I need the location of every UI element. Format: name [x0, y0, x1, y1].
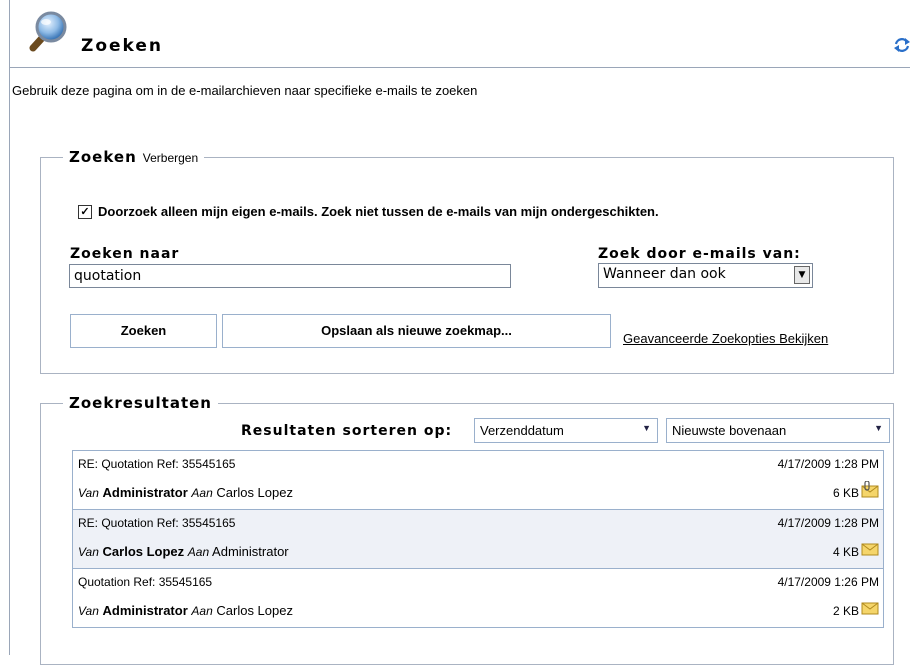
- header-divider: [9, 67, 910, 68]
- result-participants: Van Carlos Lopez Aan Administrator: [78, 544, 289, 559]
- result-row[interactable]: Quotation Ref: 35545165 4/17/2009 1:26 P…: [73, 569, 883, 628]
- page-description: Gebruik deze pagina om in de e-mailarchi…: [12, 83, 478, 98]
- result-subject: RE: Quotation Ref: 35545165: [78, 516, 236, 530]
- search-panel: Zoeken Verbergen ✓ Doorzoek alleen mijn …: [40, 148, 894, 374]
- search-period-select[interactable]: Wanneer dan ook ▼: [598, 263, 813, 288]
- chevron-down-icon: ▼: [642, 423, 651, 433]
- result-from: Administrator: [102, 603, 188, 618]
- sort-field-select[interactable]: Verzenddatum ▼: [474, 418, 658, 443]
- sort-order-value: Nieuwste bovenaan: [672, 423, 787, 438]
- results-list: RE: Quotation Ref: 35545165 4/17/2009 1:…: [72, 450, 884, 628]
- search-button[interactable]: Zoeken: [70, 314, 217, 348]
- result-date: 4/17/2009 1:28 PM: [777, 516, 879, 530]
- to-prefix: Aan: [187, 545, 210, 559]
- to-prefix: Aan: [191, 486, 213, 500]
- magnifier-icon: [29, 11, 67, 52]
- result-from: Administrator: [102, 485, 188, 500]
- envelope-icon: [861, 543, 879, 556]
- from-prefix: Van: [78, 486, 99, 500]
- left-border: [9, 0, 10, 655]
- chevron-down-icon: ▼: [794, 266, 810, 284]
- search-panel-legend: Zoeken Verbergen: [63, 148, 205, 166]
- result-from: Carlos Lopez: [102, 544, 185, 559]
- result-subject: RE: Quotation Ref: 35545165: [78, 457, 236, 471]
- search-panel-title: Zoeken: [69, 148, 137, 166]
- attachment-envelope-icon: [861, 481, 879, 498]
- search-period-label: Zoek door e-mails van:: [598, 246, 801, 262]
- results-panel-legend: Zoekresultaten: [63, 394, 218, 412]
- sort-field-value: Verzenddatum: [480, 423, 564, 438]
- result-date: 4/17/2009 1:26 PM: [777, 575, 879, 589]
- results-panel-title: Zoekresultaten: [69, 394, 212, 412]
- own-mails-label: Doorzoek alleen mijn eigen e-mails. Zoek…: [98, 204, 659, 219]
- result-to: Carlos Lopez: [216, 485, 293, 500]
- sort-order-select[interactable]: Nieuwste bovenaan ▼: [666, 418, 890, 443]
- sort-label: Resultaten sorteren op:: [241, 423, 453, 439]
- search-for-label: Zoeken naar: [70, 246, 180, 262]
- result-participants: Van Administrator Aan Carlos Lopez: [78, 485, 293, 500]
- results-panel: Zoekresultaten Resultaten sorteren op: V…: [40, 394, 894, 665]
- result-size: 2 KB: [832, 604, 859, 618]
- from-prefix: Van: [78, 604, 99, 618]
- result-row[interactable]: RE: Quotation Ref: 35545165 4/17/2009 1:…: [73, 510, 883, 569]
- result-date: 4/17/2009 1:28 PM: [777, 457, 879, 471]
- hide-link[interactable]: Verbergen: [143, 151, 198, 165]
- page-header: Zoeken: [9, 0, 910, 68]
- to-prefix: Aan: [191, 604, 213, 618]
- search-period-value: Wanneer dan ook: [603, 266, 726, 282]
- chevron-down-icon: ▼: [874, 423, 883, 433]
- result-to: Carlos Lopez: [216, 603, 293, 618]
- refresh-icon[interactable]: [893, 36, 910, 54]
- search-input[interactable]: quotation: [69, 264, 511, 288]
- result-to: Administrator: [212, 544, 289, 559]
- result-subject: Quotation Ref: 35545165: [78, 575, 213, 589]
- page-title: Zoeken: [81, 36, 164, 56]
- result-row[interactable]: RE: Quotation Ref: 35545165 4/17/2009 1:…: [73, 451, 883, 510]
- own-mails-option: ✓ Doorzoek alleen mijn eigen e-mails. Zo…: [78, 204, 659, 219]
- envelope-icon: [861, 602, 879, 615]
- result-size: 6 KB: [832, 486, 859, 500]
- advanced-options-link[interactable]: Geavanceerde Zoekopties Bekijken: [623, 331, 828, 346]
- result-size: 4 KB: [832, 545, 859, 559]
- own-mails-checkbox[interactable]: ✓: [78, 204, 92, 219]
- from-prefix: Van: [78, 545, 99, 559]
- result-participants: Van Administrator Aan Carlos Lopez: [78, 603, 293, 618]
- save-search-folder-button[interactable]: Opslaan als nieuwe zoekmap...: [222, 314, 611, 348]
